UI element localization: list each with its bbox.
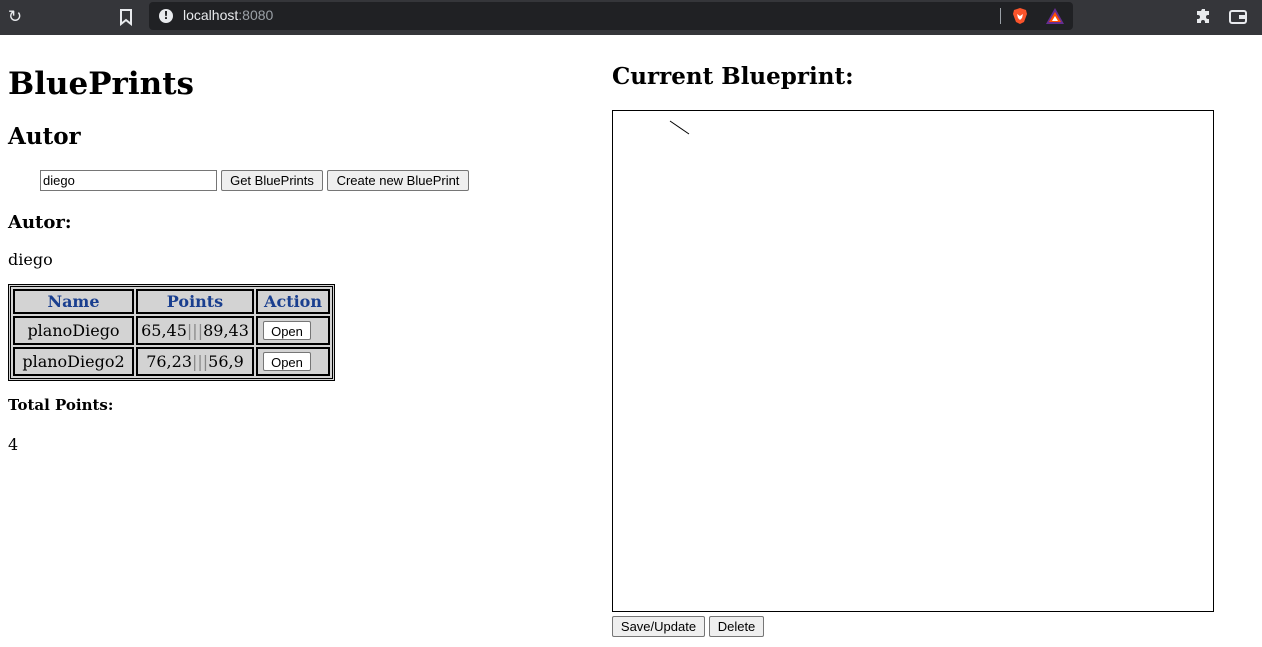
reload-icon[interactable]: ↻ — [6, 8, 24, 26]
current-blueprint-heading: Current Blueprint: — [612, 63, 854, 90]
autor-heading: Autor — [8, 123, 81, 150]
browser-toolbar: ↻ ! localhost:8080 — [0, 0, 1262, 35]
table-row: planoDiego 65,45|||89,43 Open — [13, 316, 330, 345]
brave-rewards-icon[interactable] — [1045, 7, 1065, 25]
save-update-button[interactable]: Save/Update — [612, 616, 705, 637]
brave-shields-icon[interactable] — [1011, 7, 1029, 25]
table-header-row: Name Points Action — [13, 289, 330, 314]
author-input[interactable] — [40, 170, 217, 191]
delete-button[interactable]: Delete — [709, 616, 764, 637]
get-blueprints-button[interactable]: Get BluePrints — [221, 170, 323, 191]
cell-action: Open — [256, 347, 330, 376]
bookmark-icon[interactable] — [118, 8, 134, 26]
address-bar[interactable]: ! localhost:8080 — [149, 2, 1073, 30]
page-title: BluePrints — [8, 66, 194, 102]
site-info-icon[interactable]: ! — [159, 9, 173, 23]
cell-points: 76,23|||56,9 — [136, 347, 254, 376]
header-points: Points — [136, 289, 254, 314]
divider — [1000, 8, 1001, 24]
total-points-value: 4 — [8, 435, 19, 454]
cell-action: Open — [256, 316, 330, 345]
cell-name: planoDiego — [13, 316, 134, 345]
author-name: diego — [8, 250, 53, 269]
open-button[interactable]: Open — [263, 321, 311, 340]
extensions-icon[interactable] — [1196, 8, 1212, 24]
wallet-icon[interactable] — [1229, 9, 1247, 25]
table-row: planoDiego2 76,23|||56,9 Open — [13, 347, 330, 376]
blueprint-line — [669, 120, 690, 135]
total-points-label: Total Points: — [8, 396, 114, 414]
author-label: Autor: — [8, 212, 72, 233]
drawing-surface[interactable] — [613, 111, 1213, 611]
cell-name: planoDiego2 — [13, 347, 134, 376]
open-button[interactable]: Open — [263, 352, 311, 371]
url-text[interactable]: localhost:8080 — [183, 7, 273, 23]
cell-points: 65,45|||89,43 — [136, 316, 254, 345]
blueprint-canvas[interactable] — [612, 110, 1214, 612]
create-blueprint-button[interactable]: Create new BluePrint — [327, 170, 469, 191]
header-name: Name — [13, 289, 134, 314]
header-action: Action — [256, 289, 330, 314]
blueprints-table: Name Points Action planoDiego 65,45|||89… — [8, 284, 335, 381]
